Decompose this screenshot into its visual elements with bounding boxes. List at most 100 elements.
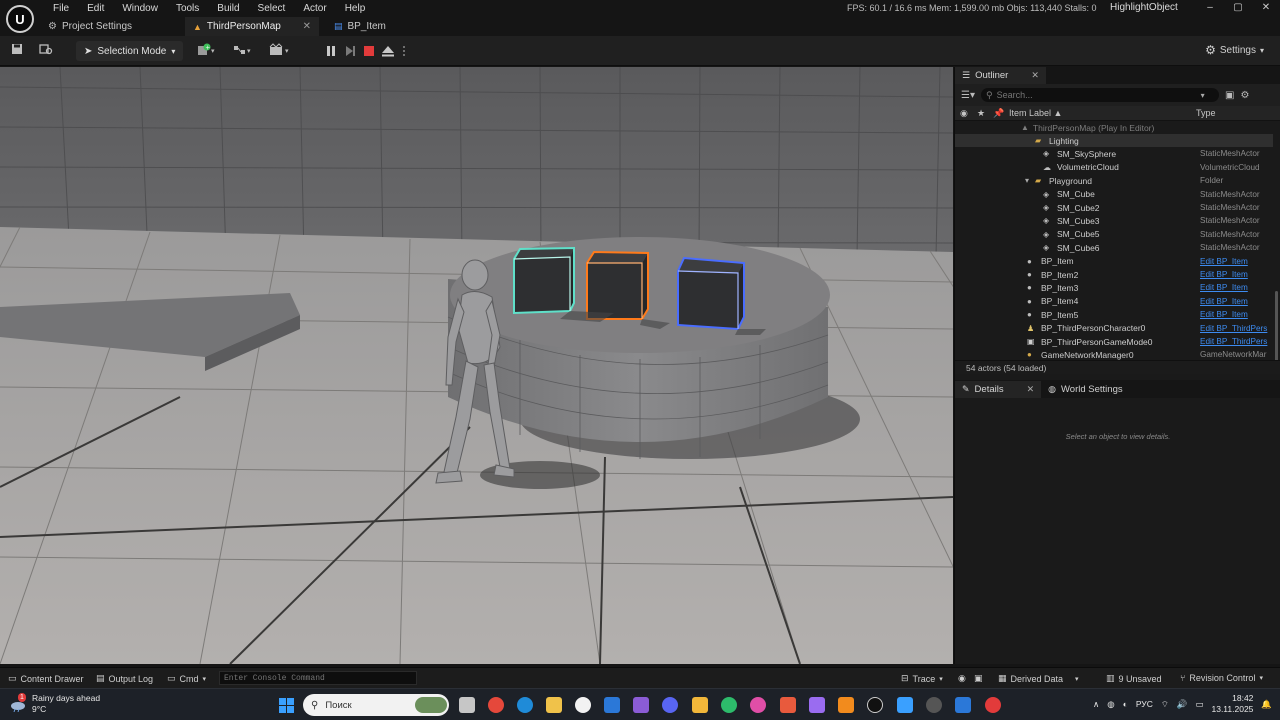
tab-third-person-map[interactable]: ▲ ThirdPersonMap ✕ [185, 17, 319, 36]
unreal-logo-icon[interactable]: U [6, 5, 34, 33]
visual-studio-icon[interactable] [633, 697, 649, 713]
console-command-input[interactable] [219, 671, 417, 685]
obs-record-icon[interactable] [985, 697, 1001, 713]
screenshot-icon[interactable]: ▣ [974, 673, 983, 684]
chrome-icon[interactable] [488, 697, 504, 713]
outliner-row[interactable]: ◈ SM_SkySphere StaticMeshActor [955, 147, 1273, 160]
menu-actor[interactable]: Actor [294, 2, 335, 15]
outliner-row[interactable]: ◈ SM_Cube2 StaticMeshActor [955, 201, 1273, 214]
outliner-search-input[interactable] [996, 90, 1197, 100]
tab-outliner[interactable]: ☰ Outliner ✕ [955, 67, 1046, 84]
add-actor-icon[interactable]: + ▾ [196, 43, 220, 59]
favorite-star-icon[interactable]: ★ [977, 108, 985, 119]
menu-help[interactable]: Help [336, 2, 375, 15]
menu-tools[interactable]: Tools [167, 2, 208, 15]
unreal-engine-taskbar-icon[interactable] [867, 697, 883, 713]
outliner-row[interactable]: ☁ VolumetricCloud VolumetricCloud [955, 161, 1273, 174]
outliner-row[interactable]: ● GameNetworkManager0 GameNetworkMar [955, 348, 1273, 360]
outliner-row-type[interactable]: Edit BP_Item [1200, 297, 1272, 306]
step-frame-icon[interactable] [342, 43, 358, 59]
cube-blue-highlighted[interactable] [677, 256, 745, 331]
language-indicator[interactable]: РУС [1136, 699, 1153, 709]
notification-bell-icon[interactable]: 🔔 [1261, 699, 1272, 710]
menu-edit[interactable]: Edit [78, 2, 113, 15]
outliner-row[interactable]: ♟ BP_ThirdPersonCharacter0 Edit BP_ThirdPe… [955, 322, 1273, 335]
outliner-row[interactable]: ▰ Lighting [955, 134, 1273, 147]
content-browse-icon[interactable] [38, 43, 54, 59]
clock[interactable]: 18:42 13.11.2025 [1211, 693, 1253, 715]
settings-taskbar-icon[interactable] [926, 697, 942, 713]
app-blue-icon[interactable] [955, 697, 971, 713]
trace-dropdown[interactable]: ⊟ Trace ▾ [901, 673, 943, 684]
outliner-row[interactable]: ▣ BP_ThirdPersonGameMode0 Edit BP_ThirdPer… [955, 335, 1273, 348]
pause-icon[interactable] [323, 43, 339, 59]
level-viewport[interactable] [0, 67, 953, 664]
minimize-button[interactable]: – [1196, 0, 1224, 17]
tab-bp-item[interactable]: ▤ BP_Item [326, 17, 394, 36]
cube-orange-highlighted[interactable] [586, 250, 649, 320]
outliner-row-type[interactable]: Edit BP_ThirdPers [1200, 337, 1272, 346]
column-type[interactable]: Type [1196, 108, 1216, 118]
outliner-row[interactable]: ● BP_Item Edit BP_Item [955, 255, 1273, 268]
save-icon[interactable] [9, 43, 25, 59]
filter-icon[interactable]: ☰▾ [961, 90, 975, 101]
app-notes-icon[interactable] [897, 697, 913, 713]
taskbar-search-box[interactable]: ⚲ Поиск [303, 694, 449, 716]
column-item-label[interactable]: Item Label ▲ [1009, 108, 1062, 118]
output-log-button[interactable]: ▤ Output Log [96, 673, 153, 684]
wifi-icon[interactable]: ⌔ [1161, 699, 1169, 710]
app-a-icon[interactable] [692, 697, 708, 713]
outliner-row-type[interactable]: Edit BP_ThirdPers [1200, 324, 1272, 333]
network-globe-icon[interactable]: ◍ [1107, 699, 1114, 710]
tray-chevron-icon[interactable]: ∧ [1093, 699, 1099, 710]
blueprint-menu-icon[interactable]: ▾ [232, 43, 256, 59]
close-icon[interactable]: ✕ [303, 21, 311, 32]
outliner-row-type[interactable]: Edit BP_Item [1200, 310, 1272, 319]
add-folder-icon[interactable]: ▣ [1225, 90, 1234, 101]
outliner-row[interactable]: ● BP_Item3 Edit BP_Item [955, 281, 1273, 294]
selection-mode-dropdown[interactable]: ➤ Selection Mode ▾ [76, 41, 184, 61]
menu-window[interactable]: Window [113, 2, 167, 15]
outliner-row-type[interactable]: Edit BP_Item [1200, 283, 1272, 292]
outliner-row[interactable]: ◈ SM_Cube StaticMeshActor [955, 188, 1273, 201]
record-icon[interactable]: ◉ [958, 673, 966, 684]
cmd-dropdown[interactable]: ▭ Cmd ▾ [167, 673, 206, 684]
app-tray-icon[interactable]: ◐ [1123, 699, 1128, 709]
unsaved-button[interactable]: ▥ 9 Unsaved [1106, 673, 1162, 684]
outliner-row[interactable]: ◈ SM_Cube5 StaticMeshActor [955, 228, 1273, 241]
github-icon[interactable] [575, 697, 591, 713]
edge-icon[interactable] [517, 697, 533, 713]
stop-icon[interactable] [361, 43, 377, 59]
visibility-eye-icon[interactable]: ◉ [960, 108, 968, 119]
file-explorer-icon[interactable] [546, 697, 562, 713]
app-orange-icon[interactable] [838, 697, 854, 713]
app-pink-icon[interactable] [750, 697, 766, 713]
tab-details[interactable]: ✎ Details ✕ [955, 380, 1042, 398]
eject-icon[interactable] [380, 43, 396, 59]
outliner-row[interactable]: ◈ SM_Cube6 StaticMeshActor [955, 241, 1273, 254]
outliner-row-type[interactable]: Edit BP_Item [1200, 257, 1272, 266]
discord-icon[interactable] [662, 697, 678, 713]
close-icon[interactable]: ✕ [1027, 384, 1035, 395]
outliner-row[interactable]: ◈ SM_Cube3 StaticMeshActor [955, 214, 1273, 227]
task-view-icon[interactable] [459, 697, 475, 713]
app-green-icon[interactable] [721, 697, 737, 713]
maximize-button[interactable]: ▢ [1224, 0, 1252, 17]
outliner-row[interactable]: ▾ ▰ Playground Folder [955, 174, 1273, 187]
powershell-icon[interactable] [604, 697, 620, 713]
outliner-row[interactable]: ● BP_Item2 Edit BP_Item [955, 268, 1273, 281]
close-icon[interactable]: ✕ [1031, 70, 1039, 81]
outliner-settings-gear-icon[interactable]: ⚙ [1240, 90, 1249, 101]
expand-arrow-icon[interactable]: ▾ [1025, 176, 1029, 185]
menu-file[interactable]: File [44, 2, 78, 15]
cube-teal-highlighted[interactable] [513, 246, 575, 315]
close-window-button[interactable]: ✕ [1252, 0, 1280, 17]
outliner-row-type[interactable]: Edit BP_Item [1200, 270, 1272, 279]
battery-icon[interactable]: ▭ [1195, 699, 1203, 710]
settings-button[interactable]: ⚙ Settings ▾ [1205, 43, 1264, 57]
pin-icon[interactable]: 📌 [993, 108, 1004, 119]
volume-icon[interactable]: 🔊 [1177, 699, 1188, 710]
outliner-row[interactable]: ● BP_Item5 Edit BP_Item [955, 308, 1273, 321]
outliner-search-box[interactable]: ⚲ ▾ [980, 88, 1219, 102]
weather-widget[interactable]: 1 Rainy days ahead 9°C [10, 693, 100, 715]
